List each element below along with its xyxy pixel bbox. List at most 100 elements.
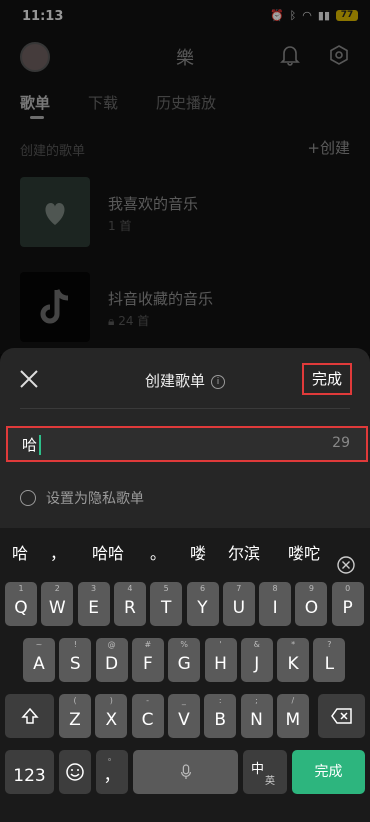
key-label: R [123, 598, 136, 618]
key-label: C [141, 710, 154, 730]
key-label: O [304, 598, 319, 618]
key-label: E [88, 598, 99, 618]
candidate[interactable]: 喽 [190, 540, 206, 564]
key-secondary-label: @ [107, 640, 116, 649]
lang-secondary-label: 英 [265, 776, 275, 787]
key-h[interactable]: ' H [204, 638, 237, 682]
key-secondary-label: ? [327, 640, 332, 649]
screen: 11:13 ⏰ ᛒ ◠ ▮▮ 77 樂 歌单 下载 历史播放 创建的歌单 +创建… [0, 0, 370, 822]
key-secondary-label: 4 [127, 584, 133, 593]
space-key[interactable] [133, 750, 238, 794]
key-label: U [232, 598, 246, 618]
key-secondary-label: ~ [35, 640, 43, 649]
key-label: X [105, 710, 118, 730]
key-o[interactable]: 9O [295, 582, 328, 626]
key-label: V [178, 710, 190, 730]
keyboard: 哈 ， 哈哈 。 喽 尔滨 喽咜 1 Q 2 W 3 E 4 R 5 T 6 Y 7 U 8 I 9 O 0 P ~ A!… [0, 528, 370, 822]
language-switch-key[interactable]: 中英 [243, 750, 287, 794]
key-secondary-label: 9 [308, 584, 314, 593]
key-y[interactable]: 6Y [186, 582, 219, 626]
key-label: G [177, 654, 191, 674]
key-label: S [69, 654, 81, 674]
key-secondary-label: 3 [91, 584, 97, 593]
candidate[interactable]: 尔滨 [228, 540, 260, 564]
key-secondary-label: 5 [163, 584, 169, 593]
key-label: F [143, 654, 153, 674]
lang-primary-label: 中 [251, 762, 265, 777]
key-secondary-label: / [291, 696, 295, 705]
key-secondary-label: % [180, 640, 188, 649]
key-secondary-label: ! [73, 640, 77, 649]
key-f[interactable]: # F [131, 638, 164, 682]
done-button[interactable]: 完成 [302, 363, 352, 395]
backspace-key[interactable] [318, 694, 365, 738]
key-label: W [48, 598, 66, 618]
key-j[interactable]: & J [240, 638, 273, 682]
comma-key[interactable]: 。， [96, 750, 128, 794]
key-label: Q [14, 598, 28, 618]
key-secondary-label: 8 [272, 584, 278, 593]
numbers-key[interactable]: 123 [5, 750, 54, 794]
key-w[interactable]: 2W [41, 582, 74, 626]
key-secondary-label: ' [219, 640, 222, 649]
key-secondary-label: 0 [345, 584, 351, 593]
candidate[interactable]: 。 [150, 540, 166, 564]
enter-done-key[interactable]: 完成 [292, 750, 365, 794]
key-secondary-label: * [291, 640, 296, 649]
key-label: K [287, 654, 299, 674]
key-label: D [105, 654, 119, 674]
key-z[interactable]: (Z [59, 694, 91, 738]
key-q[interactable]: 1Q [5, 582, 37, 626]
key-x[interactable]: ) X [95, 694, 128, 738]
shift-icon [20, 707, 39, 724]
key-n[interactable]: ; N [240, 694, 273, 738]
key-r[interactable]: 4R [113, 582, 146, 626]
key-label: M [285, 710, 301, 730]
key-secondary-label: 1 [18, 584, 24, 593]
key-l[interactable]: ? L [313, 638, 346, 682]
key-b[interactable]: :B [204, 694, 237, 738]
key-i[interactable]: 8I [259, 582, 292, 626]
key-secondary-label: : [218, 696, 222, 705]
candidate[interactable]: 哈哈 [92, 540, 124, 564]
key-secondary-label: # [144, 640, 152, 649]
info-icon[interactable]: i [211, 374, 225, 389]
key-secondary-label: 6 [199, 584, 206, 593]
collapse-candidates-icon[interactable] [336, 555, 356, 575]
key-secondary-label: ; [255, 696, 258, 705]
playlist-name-input[interactable]: 哈 29 [6, 426, 368, 462]
key-k[interactable]: * K [277, 638, 310, 682]
privacy-label: 设置为隐私歌单 [46, 491, 144, 507]
key-secondary-label: ) [109, 696, 113, 705]
emoji-key[interactable] [59, 750, 91, 794]
candidate[interactable]: 喽咜 [288, 540, 320, 564]
key-e[interactable]: 3E [77, 582, 110, 626]
backspace-icon [330, 708, 352, 724]
shift-key[interactable] [5, 694, 54, 738]
candidate[interactable]: 哈 [12, 540, 28, 564]
key-c[interactable]: -C [131, 694, 164, 738]
key-g[interactable]: % G [168, 638, 201, 682]
key-m[interactable]: / M [276, 694, 309, 738]
candidate-bar: 哈 ， 哈哈 。 喽 尔滨 喽咜 [0, 528, 370, 575]
key-p[interactable]: 0P [331, 582, 364, 626]
key-u[interactable]: 7U [222, 582, 255, 626]
key-label: N [250, 710, 263, 730]
candidate[interactable]: ， [50, 540, 66, 564]
key-label: I [272, 598, 278, 618]
key-label: B [214, 710, 227, 730]
key-secondary-label: - [146, 696, 150, 705]
key-secondary-label: 7 [236, 584, 242, 593]
input-value: 哈 [22, 436, 38, 454]
divider [20, 408, 350, 409]
key-t[interactable]: 5T [150, 582, 183, 626]
key-d[interactable]: @ D [95, 638, 128, 682]
key-s[interactable]: ! S [59, 638, 92, 682]
key-label: J [254, 654, 260, 674]
emoji-icon [66, 763, 84, 781]
key-label: Z [69, 710, 81, 730]
privacy-radio[interactable] [20, 490, 36, 506]
key-v[interactable]: _ V [167, 694, 200, 738]
key-a[interactable]: ~ A [23, 638, 55, 682]
privacy-option[interactable]: 设置为隐私歌单 [20, 488, 144, 508]
